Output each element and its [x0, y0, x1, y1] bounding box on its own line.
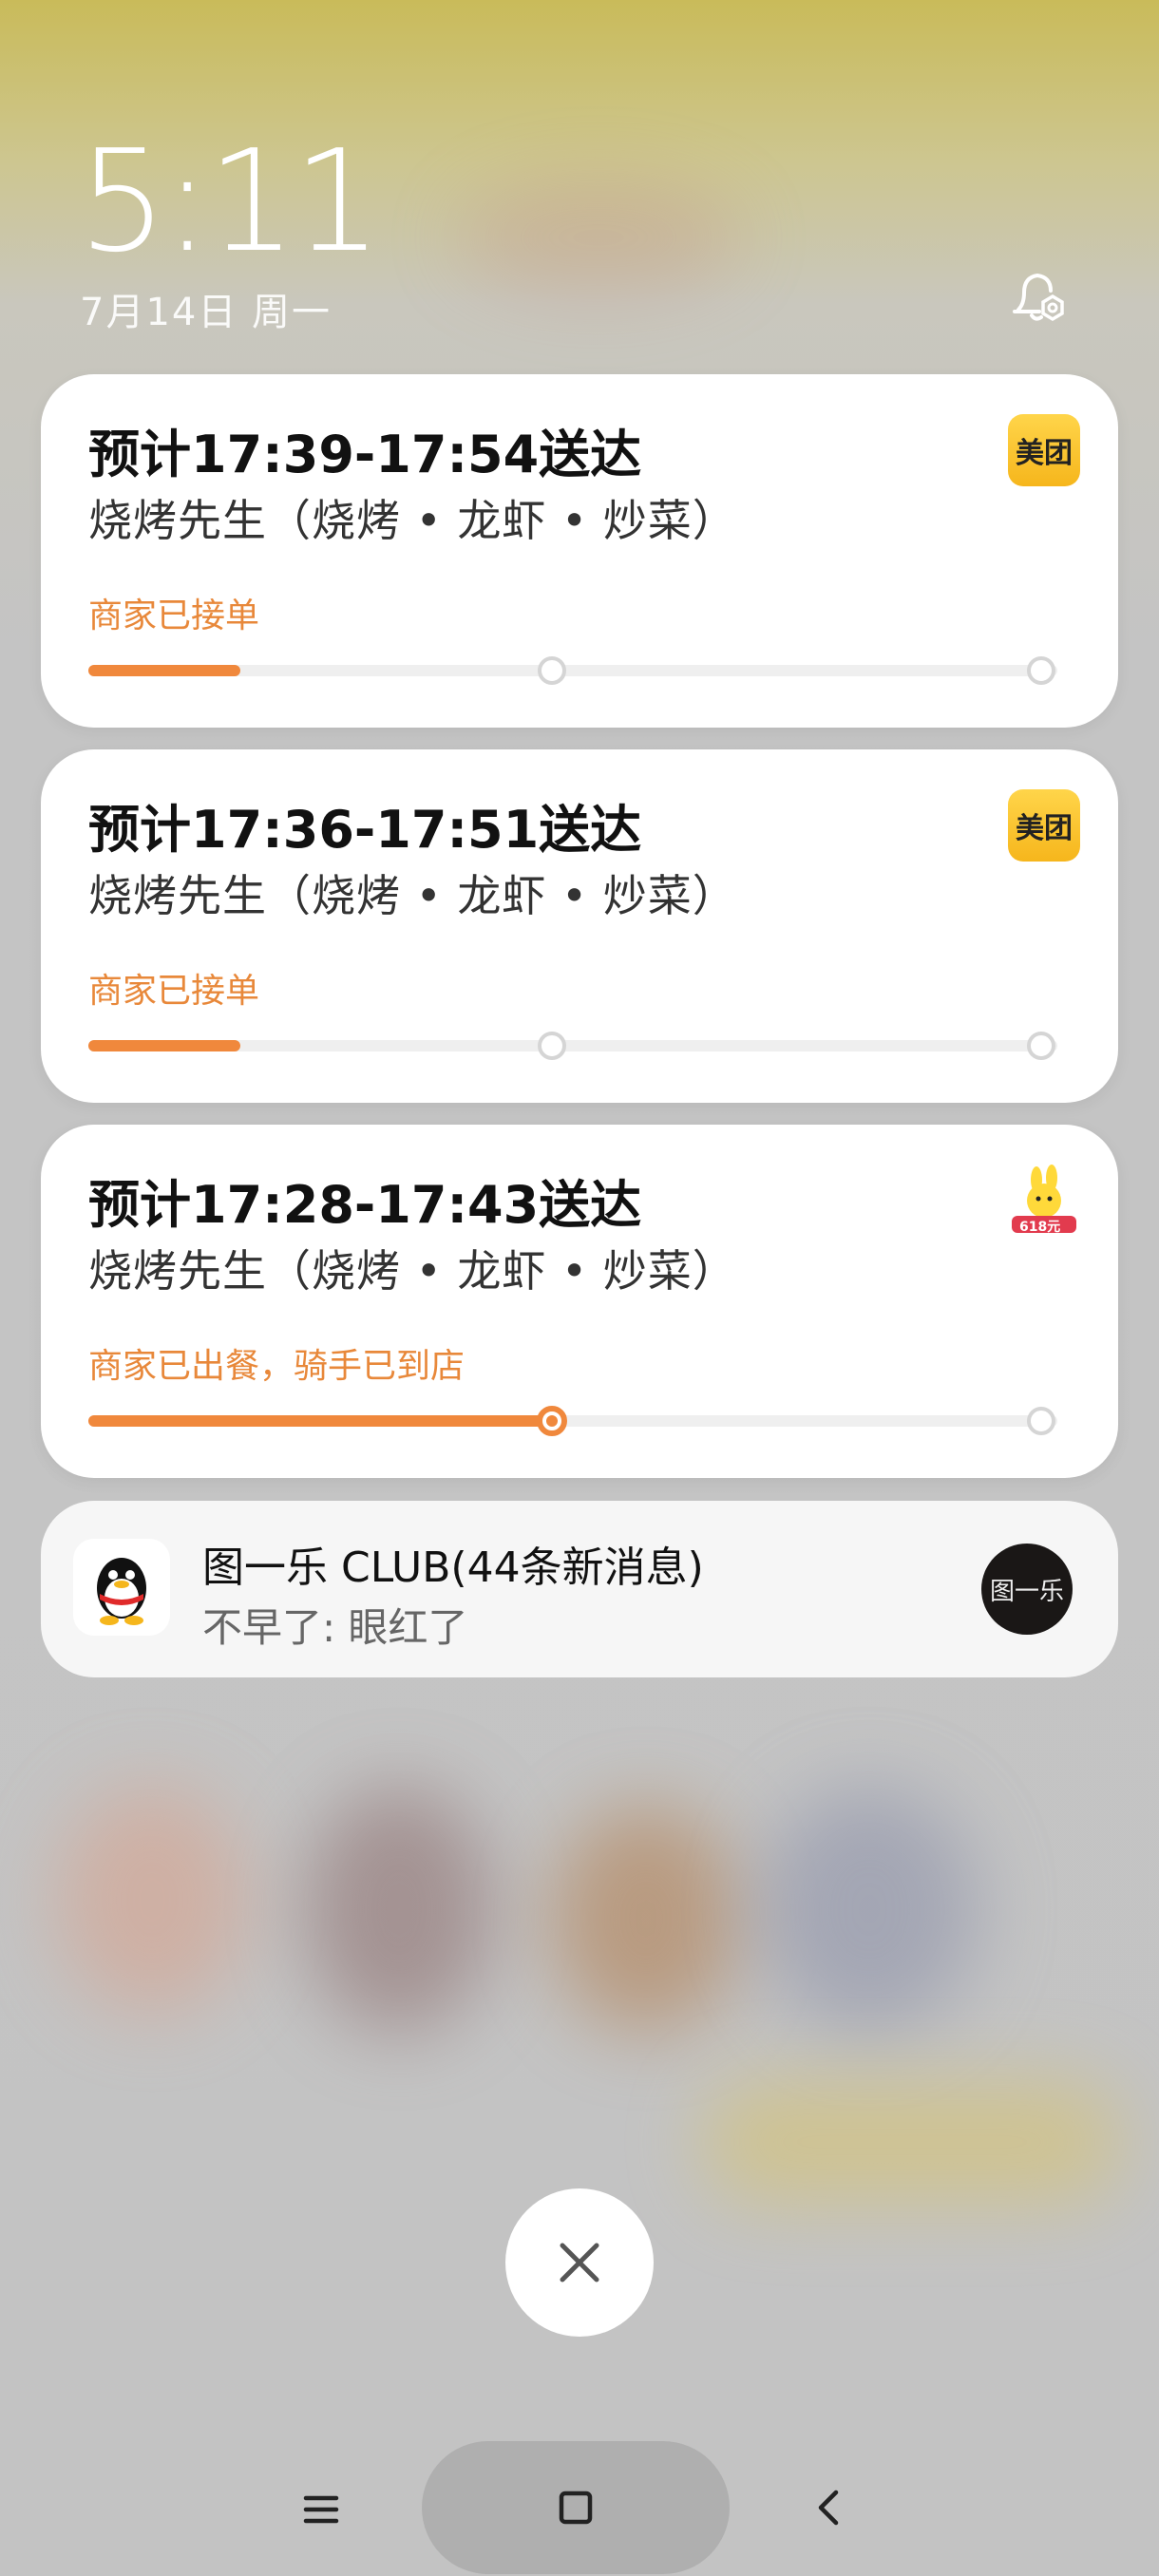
bell-settings-icon[interactable] — [1005, 264, 1072, 331]
delivery-notification[interactable]: 预计17:39-17:54送达 烧烤先生（烧烤 • 龙虾 • 炒菜） 商家已接单… — [41, 374, 1118, 728]
delivery-eta-title: 预计17:36-17:51送达 — [88, 800, 642, 860]
menu-icon[interactable] — [302, 2491, 340, 2529]
qq-message-notification[interactable]: 图一乐 CLUB(44条新消息) 不早了: 眼红了 图一乐 — [41, 1501, 1118, 1677]
back-chevron-icon[interactable] — [809, 2489, 847, 2527]
message-preview: 不早了: 眼红了 — [202, 1604, 468, 1651]
group-chat-title: 图一乐 CLUB(44条新消息) — [202, 1544, 704, 1592]
progress-node — [538, 1032, 566, 1060]
store-name: 烧烤先生（烧烤 • 龙虾 • 炒菜） — [88, 870, 737, 921]
group-avatar: 图一乐 — [981, 1544, 1073, 1635]
delivery-notification[interactable]: 预计17:28-17:43送达 烧烤先生（烧烤 • 龙虾 • 炒菜） 商家已出餐… — [41, 1125, 1118, 1478]
promo-618-label: 618元 — [1019, 1220, 1061, 1235]
lockscreen-date: 7月14日 周一 — [80, 291, 332, 334]
wallpaper-blob — [57, 1786, 247, 2014]
wallpaper-blob — [304, 1786, 494, 2033]
progress-node-active — [537, 1406, 567, 1436]
wallpaper-blob — [703, 2080, 1121, 2204]
delivery-eta-title: 预计17:28-17:43送达 — [88, 1175, 642, 1235]
progress-node — [1027, 1407, 1055, 1435]
progress-fill — [88, 1415, 554, 1427]
progress-node — [1027, 656, 1055, 685]
navigation-bar — [0, 2441, 1159, 2576]
store-name: 烧烤先生（烧烤 • 龙虾 • 炒菜） — [88, 1245, 737, 1297]
home-square-icon[interactable] — [557, 2489, 595, 2527]
delivery-eta-title: 预计17:39-17:54送达 — [88, 425, 642, 484]
progress-node — [1027, 1032, 1055, 1060]
meituan-app-icon: 美团 — [1008, 414, 1080, 486]
meituan-app-icon: 美团 — [1008, 789, 1080, 862]
order-status: 商家已出餐，骑手已到店 — [88, 1347, 466, 1386]
order-status: 商家已接单 — [88, 597, 260, 635]
store-name: 烧烤先生（烧烤 • 龙虾 • 炒菜） — [88, 495, 737, 546]
clear-notifications-button[interactable] — [505, 2188, 654, 2337]
wallpaper-blob — [760, 1786, 978, 2033]
meituan-618-app-icon: 618元 — [1008, 1165, 1080, 1237]
progress-node — [538, 656, 566, 685]
lockscreen-clock: 5:11 — [78, 120, 382, 283]
close-icon — [560, 2243, 599, 2282]
qq-penguin-icon — [73, 1539, 170, 1636]
wallpaper-blob — [456, 180, 741, 294]
order-status: 商家已接单 — [88, 972, 260, 1011]
progress-fill — [88, 665, 240, 676]
progress-fill — [88, 1040, 240, 1051]
wallpaper-blob — [551, 1805, 741, 2033]
delivery-notification[interactable]: 预计17:36-17:51送达 烧烤先生（烧烤 • 龙虾 • 炒菜） 商家已接单… — [41, 749, 1118, 1103]
